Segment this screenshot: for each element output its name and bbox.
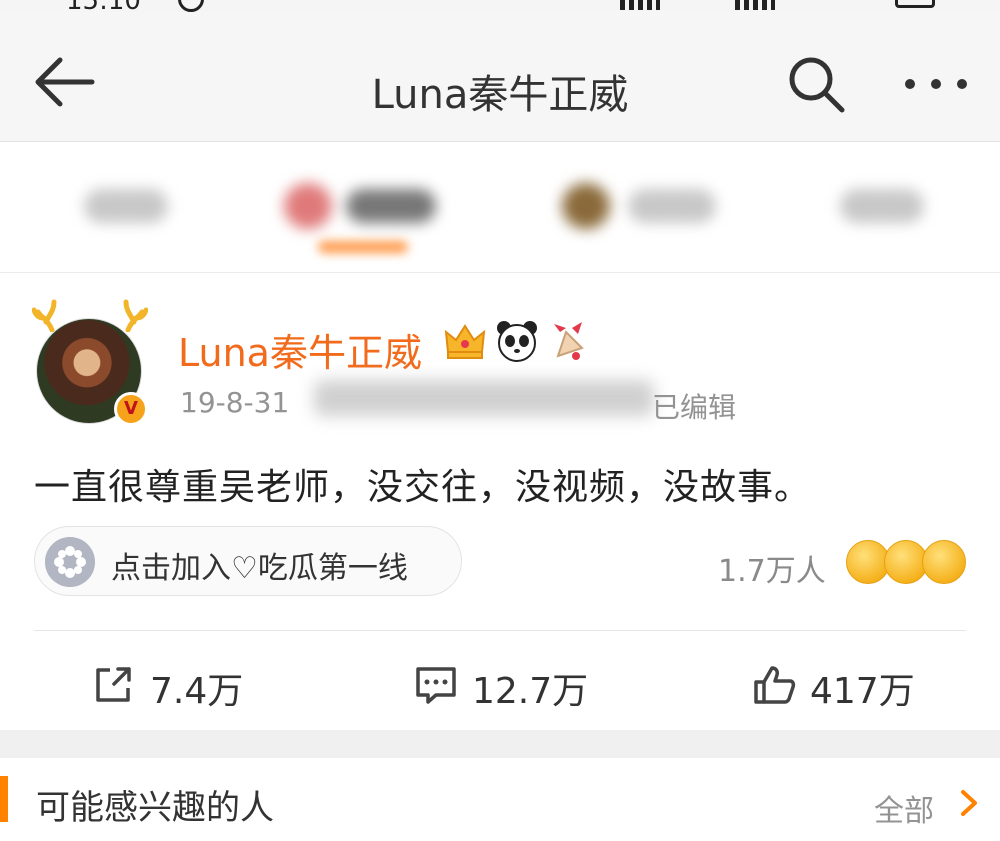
verified-badge-icon: V: [114, 392, 148, 426]
signal-icon: [620, 0, 660, 10]
grinning-emoji-icon: [922, 540, 966, 584]
section-gap: [0, 730, 1000, 758]
tab-blurred-4[interactable]: [840, 181, 930, 231]
topic-chip[interactable]: 点击加入♡吃瓜第一线: [34, 526, 462, 596]
crown-icon: [444, 324, 486, 359]
more-button[interactable]: [900, 64, 972, 104]
repost-button[interactable]: 7.4万: [92, 660, 252, 712]
active-tab-indicator: [318, 241, 408, 253]
page-title: Luna秦牛正威: [371, 72, 629, 118]
like-button[interactable]: 417万: [752, 660, 932, 712]
bell-bow-icon: [554, 322, 584, 360]
search-icon: [789, 57, 845, 113]
battery-icon: [895, 0, 935, 8]
emoji-reactions: [846, 540, 970, 586]
edited-label: 已编辑: [652, 391, 737, 424]
post-source-redacted: [314, 380, 654, 416]
alarm-icon: [178, 0, 204, 12]
participants-count: 1.7万人: [718, 554, 826, 589]
section-accent-bar: [0, 776, 8, 822]
view-all-link[interactable]: 全部: [874, 786, 934, 830]
topic-flower-icon: [45, 537, 95, 587]
profile-tabs: [0, 143, 1000, 273]
comment-icon: [416, 667, 456, 704]
signal-icon: [735, 0, 775, 10]
nav-header: Luna秦牛正威: [0, 12, 1000, 142]
repost-icon: [96, 667, 131, 702]
search-button[interactable]: [784, 52, 848, 116]
more-icon: [905, 79, 967, 89]
suggestions-header: 可能感兴趣的人 全部: [0, 758, 1000, 841]
comment-count: 12.7万: [472, 671, 589, 712]
post-username[interactable]: Luna秦牛正威: [178, 322, 422, 377]
like-icon: [754, 666, 796, 704]
avatar[interactable]: V: [30, 296, 150, 426]
tab-blurred-3[interactable]: [562, 181, 722, 231]
chevron-right-icon[interactable]: [958, 788, 980, 818]
repost-count: 7.4万: [150, 671, 244, 712]
divider: [34, 630, 966, 631]
tab-blurred-2[interactable]: [284, 181, 454, 231]
tab-blurred-1[interactable]: [84, 181, 174, 231]
post-date: 19-8-31: [180, 386, 290, 419]
panda-icon: [497, 321, 537, 362]
comment-button[interactable]: 12.7万: [414, 660, 604, 712]
topic-label: 点击加入♡吃瓜第一线: [111, 551, 408, 586]
status-bar: 15:10: [0, 0, 1000, 16]
like-count: 417万: [810, 671, 915, 712]
post-text: 一直很尊重吴老师，没交往，没视频，没故事。: [34, 467, 812, 508]
post-card: V Luna秦牛正威 19-8-31 已编辑 一直很尊重吴老师，没交往，没视频，…: [0, 274, 1000, 730]
suggestions-title: 可能感兴趣的人: [36, 788, 274, 828]
